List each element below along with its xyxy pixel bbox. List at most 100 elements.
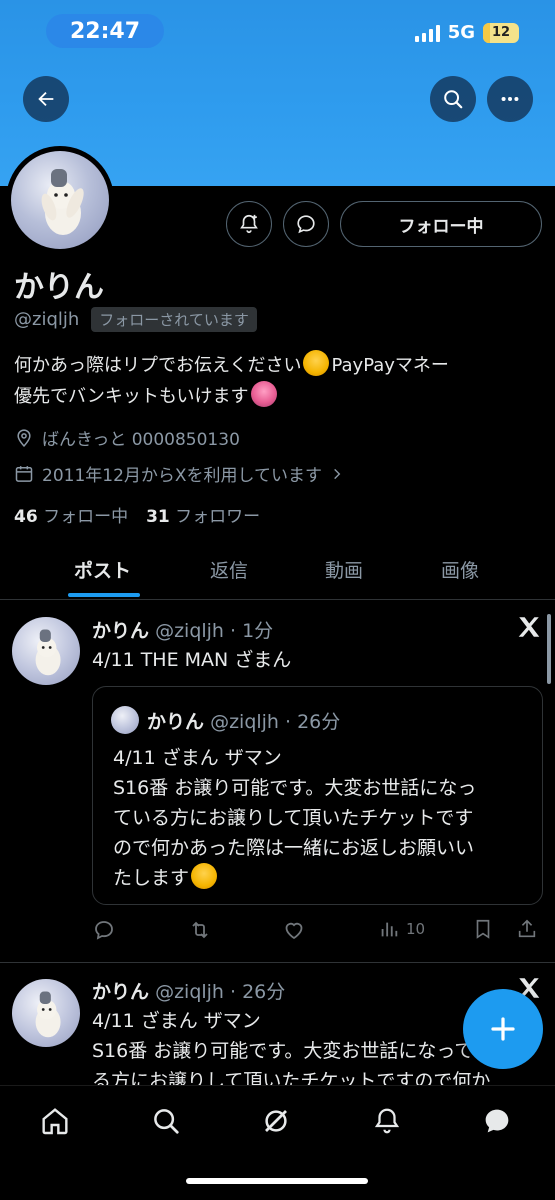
search-button[interactable] xyxy=(430,76,476,122)
post-avatar[interactable] xyxy=(12,617,80,685)
nav-search[interactable] xyxy=(149,1104,183,1138)
no-gesture-emoji-icon xyxy=(250,381,277,407)
scrollbar[interactable] xyxy=(547,614,551,684)
following-button[interactable]: フォロー中 xyxy=(340,201,542,247)
message-button[interactable] xyxy=(283,201,329,247)
post-header: かりん @ziqljh · 1分 xyxy=(92,616,273,643)
joined-text: 2011年12月からXを利用しています xyxy=(42,466,323,486)
avatar-image xyxy=(41,169,84,235)
active-tab-indicator xyxy=(68,593,140,597)
bell-plus-icon xyxy=(240,214,258,234)
x-logo-icon xyxy=(518,617,540,637)
calendar-icon xyxy=(15,465,33,482)
more-button[interactable] xyxy=(487,76,533,122)
post-header: かりん @ziqljh · 26分 xyxy=(92,977,285,1004)
profile-handle: @ziqljh xyxy=(14,309,80,330)
share-button[interactable] xyxy=(516,918,538,940)
signal-icon xyxy=(414,24,440,42)
notify-button[interactable] xyxy=(226,201,272,247)
follow-counts: 46 フォロー中 31 フォロワー xyxy=(14,502,260,527)
post-line: る方にお譲りして頂いたチケットですので何か xyxy=(92,1070,491,1086)
compose-post-button[interactable] xyxy=(463,989,543,1069)
post-author-name[interactable]: かりん xyxy=(92,981,149,1003)
nav-notifications[interactable] xyxy=(370,1104,404,1138)
chat-bubble-icon xyxy=(297,215,315,234)
back-arrow-icon xyxy=(38,91,54,107)
tab-videos[interactable]: 動画 xyxy=(325,556,363,583)
quoted-post-text: 4/11 ざまん ザマン S16番 お譲り可能です。大変お世話になっ ている方に… xyxy=(113,743,533,893)
search-icon xyxy=(154,1109,179,1134)
follows-you-badge: フォローされています xyxy=(91,307,257,332)
heart-icon xyxy=(285,922,303,940)
post-handle-time: @ziqljh · 26分 xyxy=(155,981,286,1003)
bio-line1-prefix: 何かあっ際はリプでお伝えください xyxy=(14,355,302,376)
quoted-post[interactable]: かりん @ziqljh · 26分 4/11 ざまん ザマン S16番 お譲り可… xyxy=(92,686,543,905)
battery-icon: 12 xyxy=(483,22,519,43)
bookmark-icon xyxy=(476,919,490,939)
like-button[interactable] xyxy=(282,918,306,942)
search-icon xyxy=(444,90,463,109)
quoted-line: ので何かあった際は一緒にお返しお願いい xyxy=(113,837,475,859)
avatar-image xyxy=(35,629,61,676)
reply-icon xyxy=(95,921,113,940)
quoted-post-avatar xyxy=(111,706,139,734)
view-count: 10 xyxy=(406,920,426,938)
repost-button[interactable] xyxy=(188,918,212,942)
quoted-handle-time: @ziqljh · 26分 xyxy=(210,711,341,733)
quoted-line: たします xyxy=(113,867,190,889)
plus-icon xyxy=(491,1017,515,1041)
following-count-link[interactable]: 46 フォロー中 xyxy=(14,502,128,527)
bookmark-button[interactable] xyxy=(472,918,494,940)
quoted-post-header: かりん @ziqljh · 26分 xyxy=(147,707,340,734)
views-button[interactable]: 10 xyxy=(378,918,425,940)
tab-images[interactable]: 画像 xyxy=(441,556,479,583)
post-author-name[interactable]: かりん xyxy=(92,620,149,642)
bell-icon xyxy=(374,1108,400,1134)
followers-label: フォロワー xyxy=(175,507,261,527)
grok-icon xyxy=(265,1110,287,1132)
analytics-icon xyxy=(381,922,398,937)
back-button[interactable] xyxy=(23,76,69,122)
post-divider xyxy=(0,962,555,963)
bio-line2: 優先でバンキットもいけます xyxy=(14,386,249,407)
quoted-line: 4/11 ざまん ザマン xyxy=(113,747,282,769)
reply-button[interactable] xyxy=(92,918,116,942)
joined-row[interactable]: 2011年12月からXを利用しています xyxy=(14,461,344,486)
location-row: ばんきっと 0000850130 xyxy=(14,425,240,450)
post-handle-time: @ziqljh · 1分 xyxy=(155,620,274,642)
post-avatar[interactable] xyxy=(12,979,80,1047)
profile-avatar[interactable] xyxy=(6,146,114,254)
post-actions: 10 xyxy=(92,918,542,944)
quoted-line: ている方にお譲りして頂いたチケットです xyxy=(113,807,474,829)
share-icon xyxy=(518,919,536,938)
profile-tabs: ポスト 返信 動画 画像 xyxy=(0,540,555,600)
handle-row: @ziqljh フォローされています xyxy=(14,307,257,332)
bowing-person-emoji-icon xyxy=(191,863,218,889)
nav-grok[interactable] xyxy=(259,1104,293,1138)
followers-count-link[interactable]: 31 フォロワー xyxy=(146,502,260,527)
post-text: 4/11 THE MAN ざまん xyxy=(92,649,292,671)
quoted-line-last: たします xyxy=(113,863,533,893)
repost-icon xyxy=(192,921,208,939)
bio-line1-suffix: PayPayマネー xyxy=(331,355,449,376)
tab-posts[interactable]: ポスト xyxy=(74,556,131,583)
status-time: 22:47 xyxy=(46,14,164,48)
bowing-person-emoji-icon xyxy=(303,350,330,376)
chevron-right-icon xyxy=(334,468,341,479)
quoted-author-name: かりん xyxy=(147,711,205,733)
following-label: フォロー中 xyxy=(43,507,129,527)
network-type: 5G xyxy=(447,22,475,43)
location-pin-icon xyxy=(17,428,31,447)
tab-replies[interactable]: 返信 xyxy=(210,556,248,583)
home-icon xyxy=(42,1108,68,1135)
more-icon xyxy=(501,96,519,102)
chat-bubble-icon xyxy=(485,1109,509,1133)
avatar-image xyxy=(35,991,61,1038)
following-count: 46 xyxy=(14,507,38,527)
nav-home[interactable] xyxy=(38,1104,72,1138)
home-indicator[interactable] xyxy=(186,1178,368,1184)
profile-bio: 何かあっ際はリプでお伝えください PayPayマネー 優先でバンキットもいけます xyxy=(14,350,544,412)
nav-messages[interactable] xyxy=(480,1104,514,1138)
profile-name: かりん xyxy=(14,270,104,305)
quoted-line: S16番 お譲り可能です。大変お世話になっ xyxy=(113,777,477,799)
